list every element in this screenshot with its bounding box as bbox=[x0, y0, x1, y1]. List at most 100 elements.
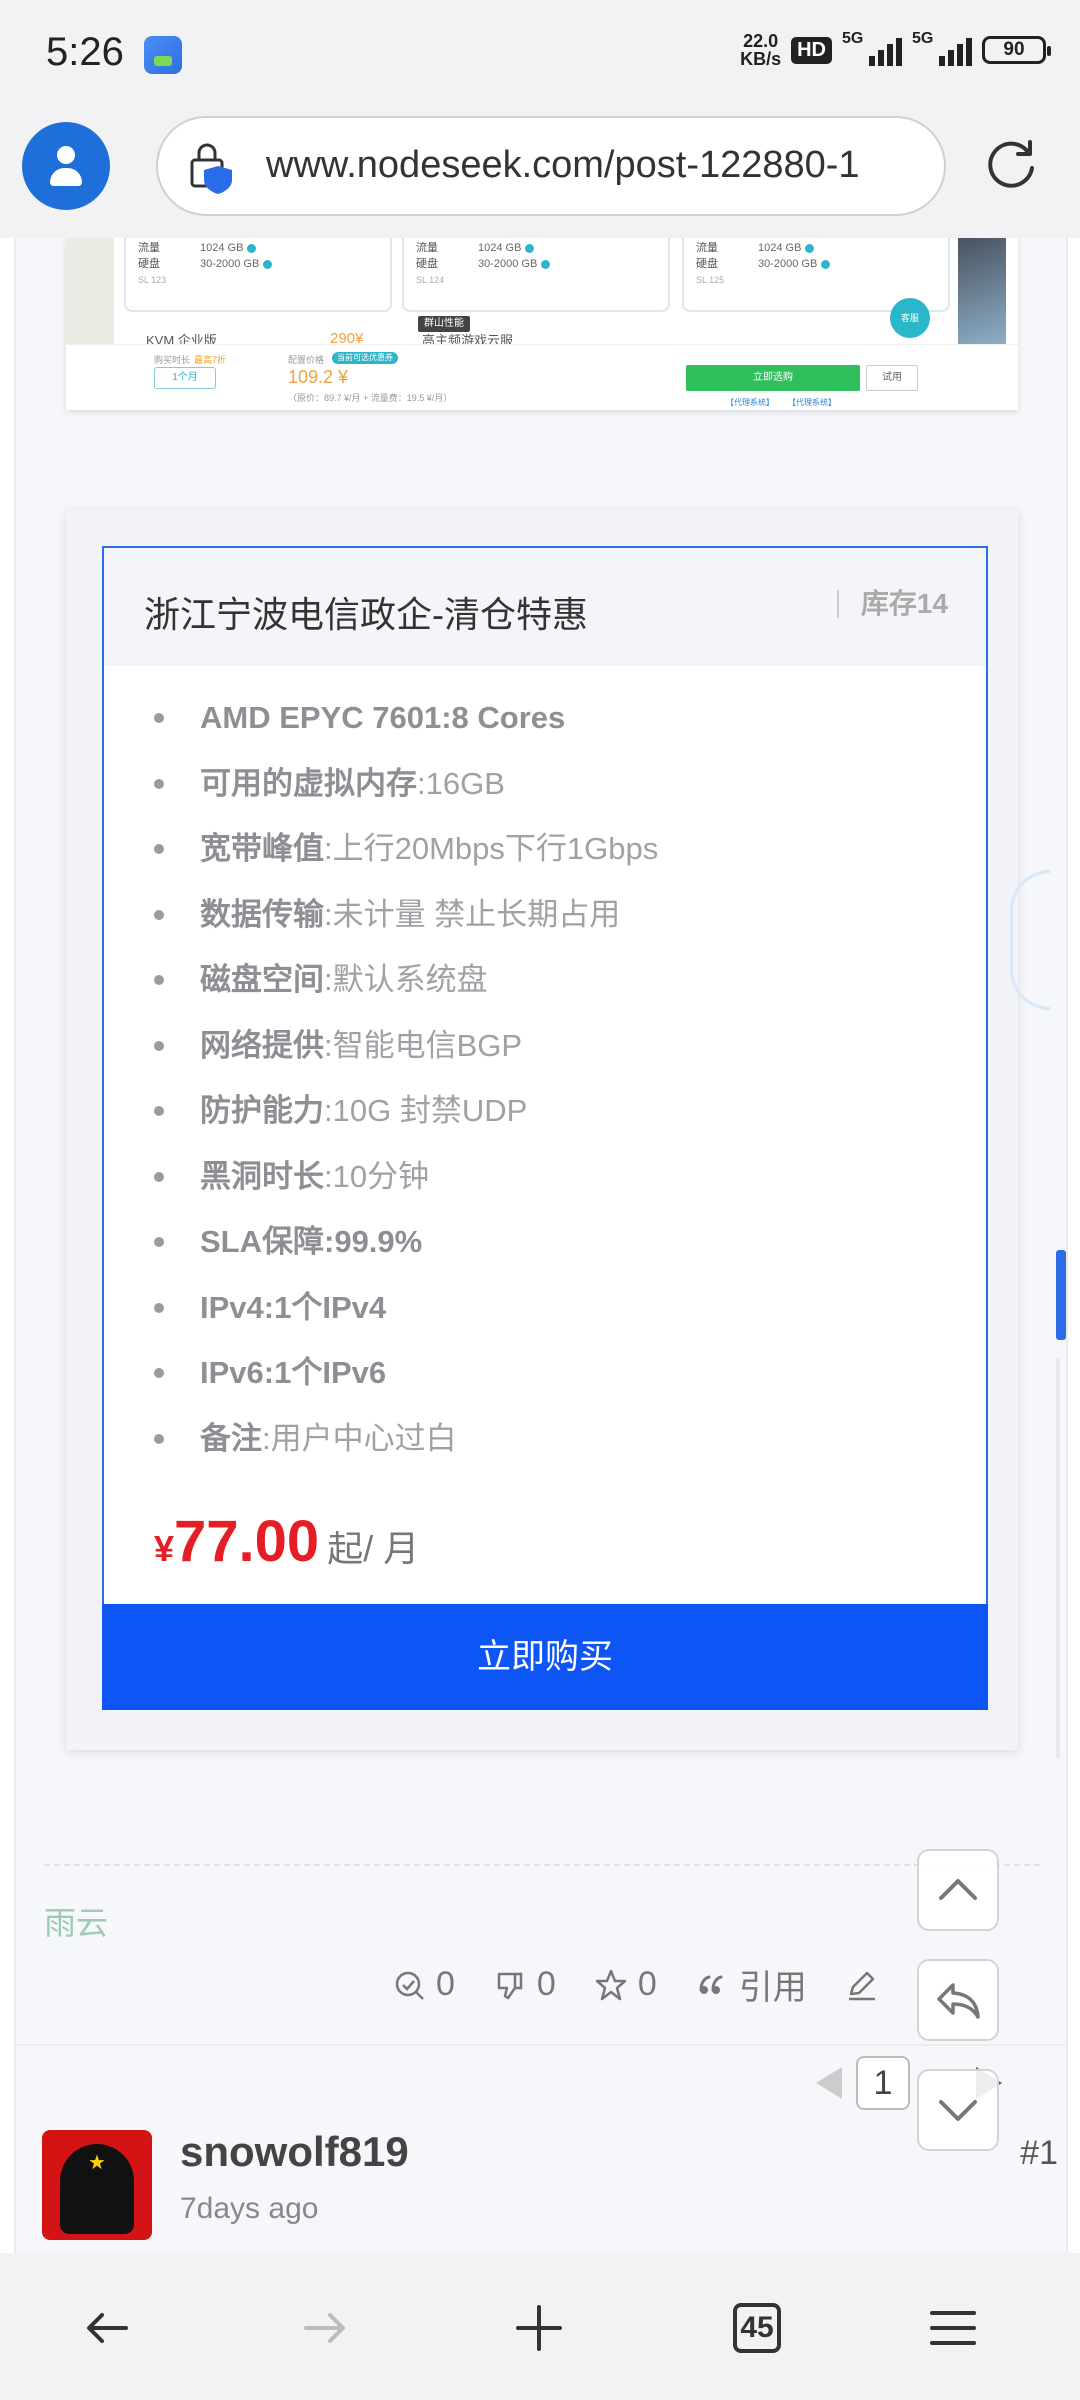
product-title: 浙江宁波电信政企-清仓特惠 bbox=[144, 594, 588, 635]
url-text[interactable]: www.nodeseek.com/post-122880-1 bbox=[266, 144, 938, 187]
price-note: （原价：89.7 ¥/月 + 流量费：19.5 ¥/月） bbox=[288, 393, 453, 403]
favorite-button[interactable]: 0 bbox=[594, 1965, 657, 2004]
quote-button[interactable]: 引用 bbox=[695, 1960, 807, 2009]
stock-badge: 库存14 bbox=[836, 590, 948, 618]
scroll-up-icon bbox=[939, 1879, 977, 1900]
prev-page-icon[interactable] bbox=[816, 2067, 842, 2099]
config-footer: 购买时长 最高7折 1个月 配置价格 当前可选优惠券 109.2 ¥ （原价：8… bbox=[66, 344, 1018, 410]
network-speed: 22.0 KB/s bbox=[740, 32, 781, 68]
spec-item: 宽带峰值:上行20Mbps下行1Gbps bbox=[154, 829, 658, 895]
spec-item: IPv6:1个IPv6 bbox=[154, 1353, 658, 1419]
support-icon: 客服 bbox=[890, 298, 930, 338]
price-label: 配置价格 bbox=[288, 355, 325, 365]
back-button[interactable] bbox=[62, 2283, 152, 2373]
profile-icon[interactable] bbox=[22, 122, 110, 210]
dislike-icon bbox=[497, 1972, 523, 1999]
side-decoration bbox=[1010, 870, 1050, 1010]
like-icon bbox=[395, 1971, 424, 2000]
traffic-label: 流量 bbox=[138, 242, 160, 254]
spec-item: IPv4:1个IPv4 bbox=[154, 1288, 658, 1354]
scroll-down-icon bbox=[939, 2100, 977, 2121]
address-bar[interactable]: www.nodeseek.com/post-122880-1 bbox=[156, 116, 946, 216]
signal-icon-2: 5G bbox=[912, 30, 972, 68]
card-note: SL 123 bbox=[138, 275, 167, 285]
network-speed-unit: KB/s bbox=[740, 49, 782, 69]
signature-divider bbox=[44, 1864, 1040, 1866]
card-note: SL 125 bbox=[696, 275, 725, 285]
page-content[interactable]: 流量 1024 GB 硬盘 30-2000 GB SL 123 流量 1024 GB … bbox=[14, 238, 1068, 2253]
reply-icon bbox=[937, 1983, 980, 2019]
side-track bbox=[1056, 1358, 1060, 1758]
trial-button: 试用 bbox=[866, 365, 918, 391]
buy-now-button: 立即购买 bbox=[102, 1604, 988, 1710]
traffic-label: 流量 bbox=[696, 242, 718, 254]
price-row: ¥77.00 起/ 月 bbox=[154, 1508, 419, 1575]
reply-button[interactable] bbox=[917, 1959, 999, 2041]
traffic-value: 1024 GB bbox=[200, 242, 244, 254]
select-buy-button: 立即选购 bbox=[686, 365, 860, 391]
side-indicator bbox=[1056, 1250, 1066, 1340]
username[interactable]: snowolf819 bbox=[180, 2128, 409, 2176]
price-currency: ¥ bbox=[154, 1528, 175, 1569]
disk-label: 硬盘 bbox=[416, 258, 438, 270]
disk-label: 硬盘 bbox=[138, 258, 160, 270]
dislike-button[interactable]: 0 bbox=[493, 1965, 556, 2004]
post-image-vps-list: 流量 1024 GB 硬盘 30-2000 GB SL 123 流量 1024 GB … bbox=[66, 238, 1018, 410]
discount-label: 最高7折 bbox=[194, 355, 227, 365]
new-tab-icon bbox=[516, 2305, 562, 2351]
battery-icon: 90 bbox=[982, 36, 1051, 64]
post-signature[interactable]: 雨云 bbox=[44, 1898, 108, 1944]
price-amount: 77.00 bbox=[174, 1509, 320, 1574]
post-divider bbox=[16, 2044, 1066, 2046]
hero-image-right bbox=[958, 238, 1006, 346]
hero-image-left bbox=[66, 238, 114, 346]
user-avatar[interactable]: ★ bbox=[42, 2130, 152, 2240]
status-time: 5:26 bbox=[46, 30, 124, 74]
spec-item: 网络提供:智能电信BGP bbox=[154, 1026, 658, 1092]
price-unit: 起/ 月 bbox=[327, 1528, 420, 1569]
game-app-icon bbox=[144, 36, 182, 74]
edit-button[interactable] bbox=[845, 1968, 879, 2002]
scroll-down-button[interactable] bbox=[917, 2069, 999, 2151]
tab-count: 45 bbox=[733, 2303, 781, 2353]
spec-item: 可用的虚拟内存:16GB bbox=[154, 764, 658, 830]
disk-value: 30-2000 GB bbox=[758, 258, 818, 270]
spec-item: SLA保障:99.9% bbox=[154, 1222, 658, 1288]
back-icon bbox=[87, 2313, 128, 2343]
card-note: SL 124 bbox=[416, 275, 445, 285]
post-actions: 0 0 0 引用 bbox=[392, 1960, 879, 2009]
lock-shield-icon[interactable] bbox=[188, 142, 236, 194]
spec-item: 备注:用户中心过白 bbox=[154, 1419, 658, 1485]
coupon-badge: 当前可选优惠券 bbox=[332, 352, 398, 364]
like-count: 0 bbox=[436, 1965, 455, 2003]
current-page[interactable]: 1 bbox=[856, 2056, 910, 2110]
traffic-label: 流量 bbox=[416, 242, 438, 254]
spec-item: AMD EPYC 7601:8 Cores bbox=[154, 698, 658, 764]
edit-icon bbox=[848, 1971, 875, 2000]
post-time: 7days ago bbox=[180, 2192, 319, 2225]
spec-list: AMD EPYC 7601:8 Cores 可用的虚拟内存:16GB 宽带峰值:… bbox=[154, 698, 658, 1484]
floor-number[interactable]: #1 bbox=[1020, 2134, 1058, 2173]
new-tab-button[interactable] bbox=[494, 2283, 584, 2373]
menu-button[interactable] bbox=[908, 2283, 998, 2373]
signal-label: 5G bbox=[842, 30, 864, 47]
forward-button[interactable] bbox=[280, 2283, 370, 2373]
spec-item: 黑洞时长:10分钟 bbox=[154, 1157, 658, 1223]
post-image-product: 浙江宁波电信政企-清仓特惠 库存14 AMD EPYC 7601:8 Cores… bbox=[66, 510, 1066, 1758]
disk-value: 30-2000 GB bbox=[200, 258, 260, 270]
browser-toolbar: www.nodeseek.com/post-122880-1 bbox=[0, 110, 1080, 238]
product-card: 浙江宁波电信政企-清仓特惠 库存14 AMD EPYC 7601:8 Cores… bbox=[102, 546, 988, 1710]
like-button[interactable]: 0 bbox=[392, 1965, 455, 2004]
tabs-button[interactable]: 45 bbox=[712, 2283, 802, 2373]
signal-label-2: 5G bbox=[912, 30, 934, 47]
signal-icon: 5G bbox=[842, 30, 902, 68]
star-count: 0 bbox=[637, 1965, 657, 2003]
hd-voice-icon: HD bbox=[791, 36, 832, 64]
footer-link: 【代理系统】 bbox=[726, 398, 774, 407]
reload-icon[interactable] bbox=[984, 138, 1038, 192]
scroll-up-button[interactable] bbox=[917, 1849, 999, 1931]
forward-icon bbox=[304, 2313, 345, 2343]
star-icon bbox=[595, 1969, 627, 2000]
quote-label: 引用 bbox=[738, 1969, 807, 2007]
footer-link: 【代理系统】 bbox=[788, 398, 836, 407]
